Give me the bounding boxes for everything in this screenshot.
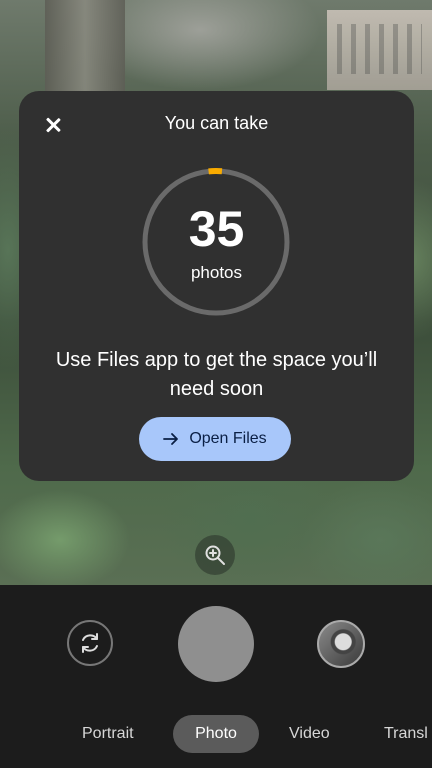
photo-count: 35 — [188, 201, 245, 257]
tree-trunk — [45, 0, 125, 100]
zoom-icon — [205, 545, 225, 565]
dialog-title: You can take — [164, 113, 269, 133]
storage-dialog: You can take 35 photos Use Files app to … — [19, 91, 414, 481]
open-files-label: Open Files — [189, 430, 267, 447]
dialog-message: Use Files app to get the space you’ll ne… — [55, 349, 378, 400]
building — [327, 10, 432, 90]
mode-video[interactable]: Video — [289, 715, 330, 753]
zoom-button[interactable] — [195, 535, 235, 575]
switch-camera-button[interactable] — [67, 620, 113, 666]
camera-controls: Portrait Photo Video Transl — [0, 585, 432, 768]
arrow-right-icon — [163, 433, 179, 445]
open-files-button[interactable]: Open Files — [139, 417, 291, 461]
gallery-thumbnail[interactable] — [317, 620, 365, 668]
mode-portrait[interactable]: Portrait — [82, 715, 134, 753]
switch-camera-icon — [82, 633, 98, 653]
photo-count-unit: photos — [190, 263, 243, 282]
mode-selector: Portrait Photo Video Transl — [0, 715, 432, 755]
mode-photo[interactable]: Photo — [173, 715, 259, 753]
shutter-button[interactable] — [178, 606, 254, 682]
mode-translate[interactable]: Transl — [384, 715, 428, 753]
